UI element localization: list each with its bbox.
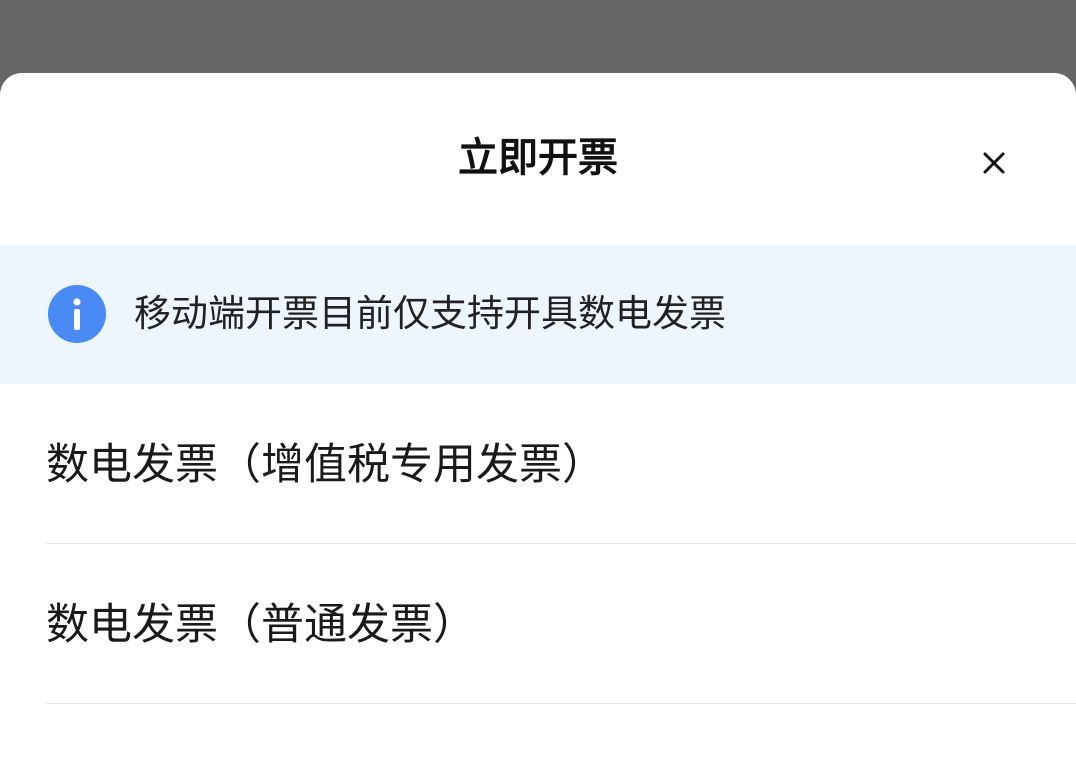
invoice-bottom-sheet: 立即开票 移动端开票目前仅支持开具数电发票 数电发票（增值税专用发票） 数电发票… <box>0 73 1076 779</box>
option-general-invoice[interactable]: 数电发票（普通发票） <box>0 544 1076 704</box>
invoice-type-list: 数电发票（增值税专用发票） 数电发票（普通发票） <box>0 384 1076 704</box>
close-button[interactable] <box>966 135 1022 191</box>
option-vat-special-invoice[interactable]: 数电发票（增值税专用发票） <box>0 384 1076 544</box>
notice-text: 移动端开票目前仅支持开具数电发票 <box>134 292 726 335</box>
close-icon <box>983 152 1005 174</box>
sheet-title: 立即开票 <box>458 135 618 181</box>
sheet-header: 立即开票 <box>0 73 1076 245</box>
notice-banner: 移动端开票目前仅支持开具数电发票 <box>0 245 1076 384</box>
option-label: 数电发票（普通发票） <box>46 600 476 650</box>
info-icon <box>48 285 106 343</box>
option-label: 数电发票（增值税专用发票） <box>46 440 605 490</box>
